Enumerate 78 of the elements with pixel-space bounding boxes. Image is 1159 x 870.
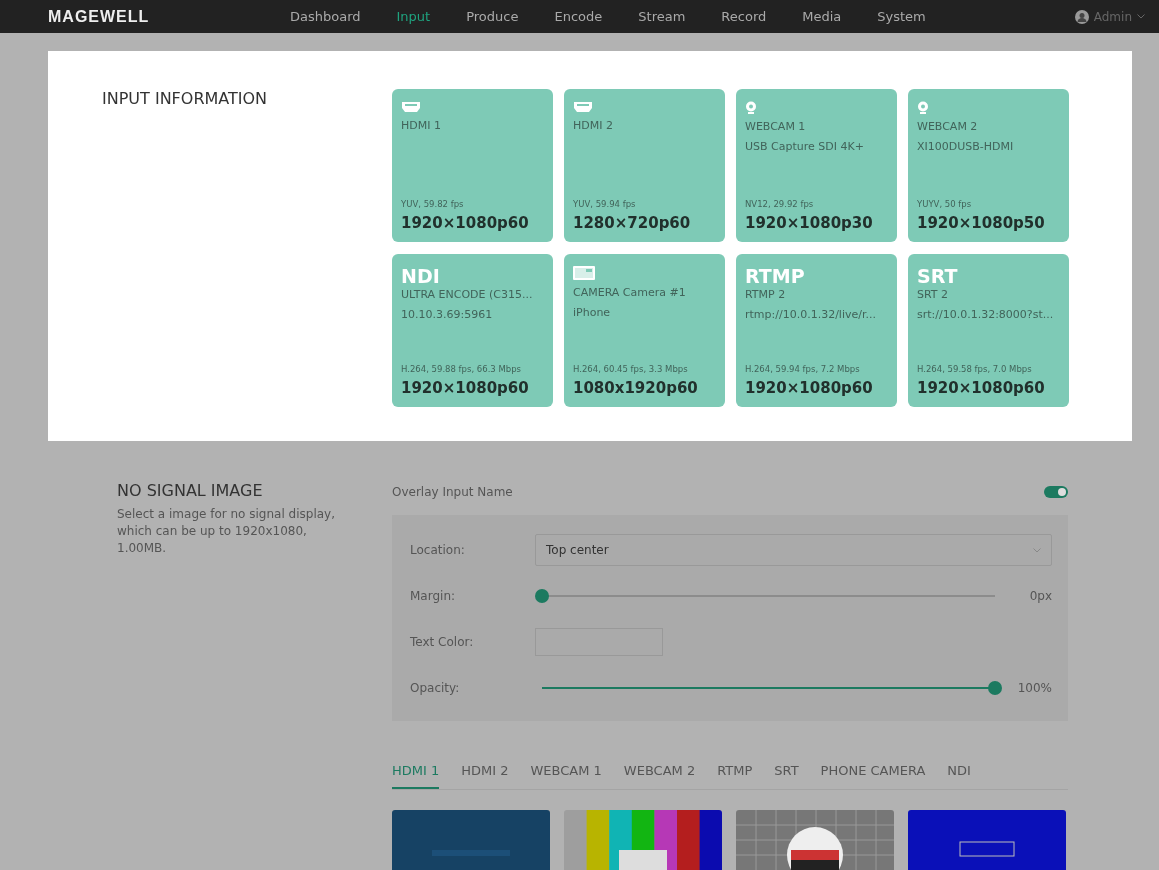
input-card[interactable]: NDI ULTRA ENCODE (C315... 10.10.3.69:5961 H.264, 59.88 fps, 66.3 Mbps 1920×1080p60 bbox=[392, 254, 553, 407]
input-card[interactable]: CAMERA Camera #1 iPhone H.264, 60.45 fps, 3.3 Mbps 1080x1920p60 bbox=[564, 254, 725, 407]
input-detail: rtmp://10.0.1.32/live/r... bbox=[745, 307, 876, 323]
input-detail: iPhone bbox=[573, 305, 611, 321]
input-format: YUYV, 50 fps bbox=[917, 199, 972, 209]
input-resolution: 1920×1080p60 bbox=[917, 379, 1045, 397]
field-label: Text Color: bbox=[410, 635, 475, 649]
input-format: H.264, 59.58 fps, 7.0 Mbps bbox=[917, 364, 1032, 374]
input-format: H.264, 59.94 fps, 7.2 Mbps bbox=[745, 364, 860, 374]
source-tab[interactable]: SRT bbox=[774, 751, 799, 789]
input-detail: 10.10.3.69:5961 bbox=[401, 307, 493, 323]
nav-link[interactable]: Produce bbox=[448, 9, 537, 24]
nav-link[interactable]: Dashboard bbox=[272, 9, 379, 24]
input-name: ULTRA ENCODE (C315... bbox=[401, 287, 533, 303]
input-resolution: 1920×1080p60 bbox=[745, 379, 873, 397]
input-resolution: 1920×1080p50 bbox=[917, 214, 1045, 232]
input-card[interactable]: HDMI 2 YUV, 59.94 fps 1280×720p60 bbox=[564, 89, 725, 242]
source-label: SRT bbox=[917, 266, 958, 286]
nav-link[interactable]: Record bbox=[703, 9, 785, 24]
toggle-switch[interactable] bbox=[1044, 486, 1068, 498]
input-resolution: 1920×1080p60 bbox=[401, 379, 529, 397]
input-card[interactable]: HDMI 1 YUV, 59.82 fps 1920×1080p60 bbox=[392, 89, 553, 242]
nav-link[interactable]: Media bbox=[784, 9, 860, 24]
webcam-icon bbox=[917, 101, 929, 114]
source-tab[interactable]: PHONE CAMERA bbox=[820, 751, 926, 789]
input-detail: srt://10.0.1.32:8000?st... bbox=[917, 307, 1054, 323]
chevron-down-icon bbox=[1137, 14, 1145, 19]
input-card[interactable]: RTMP RTMP 2 rtmp://10.0.1.32/live/r... H.264, 59.94 fps, 7.2 Mbps 1920×1080p60 bbox=[736, 254, 897, 407]
input-name: WEBCAM 2 bbox=[917, 119, 978, 135]
user-icon bbox=[1074, 9, 1089, 24]
input-name: SRT 2 bbox=[917, 287, 949, 303]
input-format: H.264, 59.88 fps, 66.3 Mbps bbox=[401, 364, 521, 374]
section-description: Select a image for no signal display, which can be up to 1920x1080, 1.00MB. bbox=[117, 506, 336, 557]
nav-link[interactable]: Input bbox=[378, 9, 449, 24]
input-detail: XI100DUSB-HDMI bbox=[917, 139, 1014, 155]
source-tab[interactable]: WEBCAM 2 bbox=[623, 751, 696, 789]
field-label: Opacity: bbox=[410, 681, 461, 695]
slider-thumb[interactable] bbox=[535, 589, 549, 603]
overlay-label: Overlay Input Name bbox=[392, 485, 513, 499]
brand-logo: MAGEWELL bbox=[48, 7, 151, 26]
slider-thumb[interactable] bbox=[988, 681, 1002, 695]
hdmi-port-icon bbox=[401, 101, 421, 113]
input-resolution: 1920×1080p30 bbox=[745, 214, 873, 232]
field-label: Margin: bbox=[410, 589, 457, 603]
slider-value: 0px bbox=[1028, 589, 1052, 603]
nav-link[interactable]: System bbox=[859, 9, 944, 24]
input-detail: USB Capture SDI 4K+ bbox=[745, 139, 864, 155]
nav-link[interactable]: Stream bbox=[620, 9, 704, 24]
input-name: HDMI 1 bbox=[401, 118, 441, 134]
input-name: RTMP 2 bbox=[745, 287, 786, 303]
input-format: YUV, 59.82 fps bbox=[401, 199, 464, 209]
input-name: WEBCAM 1 bbox=[745, 119, 806, 135]
webcam-icon bbox=[745, 101, 757, 114]
source-tab[interactable]: NDI bbox=[947, 751, 971, 789]
chevron-down-icon bbox=[1033, 547, 1041, 553]
screen-icon bbox=[573, 266, 595, 280]
location-dropdown[interactable]: Top center bbox=[535, 534, 1052, 566]
input-resolution: 1080x1920p60 bbox=[573, 379, 698, 397]
input-card[interactable]: WEBCAM 2 XI100DUSB-HDMI YUYV, 50 fps 1920×1080p50 bbox=[908, 89, 1069, 242]
input-name: CAMERA Camera #1 bbox=[573, 285, 686, 301]
input-format: NV12, 29.92 fps bbox=[745, 199, 814, 209]
source-label: NDI bbox=[401, 266, 440, 286]
nav-link[interactable]: Encode bbox=[536, 9, 621, 24]
source-tab[interactable]: WEBCAM 1 bbox=[530, 751, 602, 789]
input-resolution: 1920×1080p60 bbox=[401, 214, 529, 232]
input-card[interactable]: SRT SRT 2 srt://10.0.1.32:8000?st... H.264, 59.58 fps, 7.0 Mbps 1920×1080p60 bbox=[908, 254, 1069, 407]
input-name: HDMI 2 bbox=[573, 118, 613, 134]
slider-value: 100% bbox=[1016, 681, 1052, 695]
input-card[interactable]: WEBCAM 1 USB Capture SDI 4K+ NV12, 29.92 fps 1920×1080p30 bbox=[736, 89, 897, 242]
input-resolution: 1280×720p60 bbox=[573, 214, 691, 232]
input-format: H.264, 60.45 fps, 3.3 Mbps bbox=[573, 364, 688, 374]
input-format: YUV, 59.94 fps bbox=[573, 199, 636, 209]
source-label: RTMP bbox=[745, 266, 805, 286]
hdmi-port-icon bbox=[573, 101, 593, 113]
source-tab[interactable]: HDMI 2 bbox=[461, 751, 509, 789]
field-label: Location: bbox=[410, 543, 466, 557]
section-title: INPUT INFORMATION bbox=[102, 89, 269, 110]
source-tab[interactable]: RTMP bbox=[717, 751, 753, 789]
